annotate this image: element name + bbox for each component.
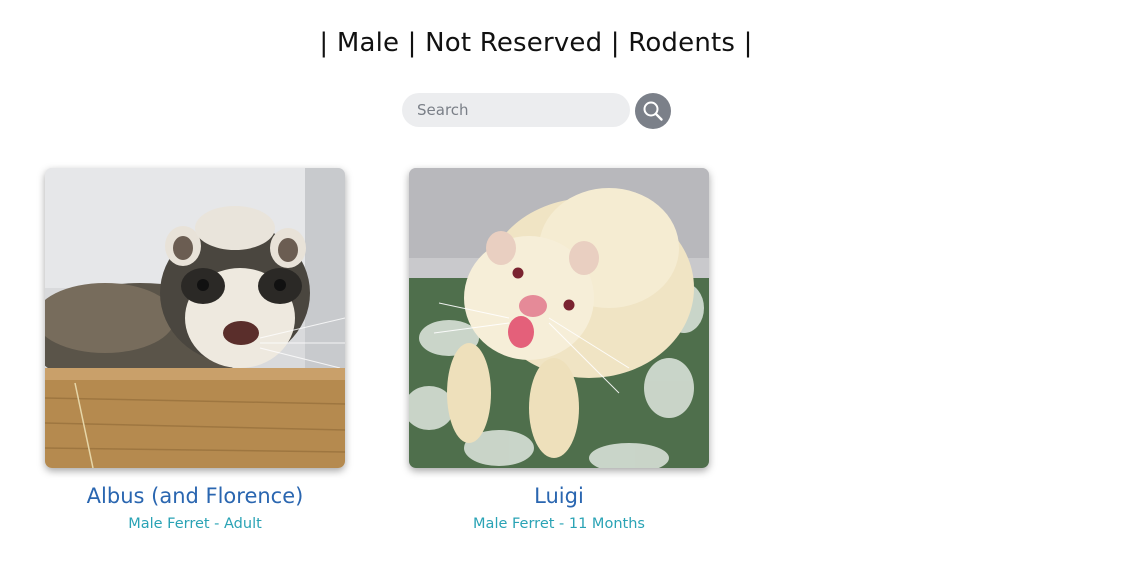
pet-name-link[interactable]: Albus (and Florence) <box>45 483 345 509</box>
pet-card[interactable]: Luigi Male Ferret - 11 Months <box>409 168 709 534</box>
pet-name-link[interactable]: Luigi <box>409 483 709 509</box>
filter-title: | Male | Not Reserved | Rodents | <box>319 28 753 58</box>
pet-photo-albus[interactable] <box>45 168 345 468</box>
search-bar <box>402 93 672 129</box>
pet-photo-luigi[interactable] <box>409 168 709 468</box>
pet-description: Male Ferret - 11 Months <box>473 516 645 532</box>
search-icon <box>643 101 663 121</box>
search-input[interactable] <box>402 93 630 127</box>
search-button[interactable] <box>635 93 671 129</box>
pet-description: Male Ferret - Adult <box>128 516 262 532</box>
pet-card[interactable]: Albus (and Florence) Male Ferret - Adult <box>45 168 345 534</box>
page: | Male | Not Reserved | Rodents | Search… <box>0 0 1122 583</box>
